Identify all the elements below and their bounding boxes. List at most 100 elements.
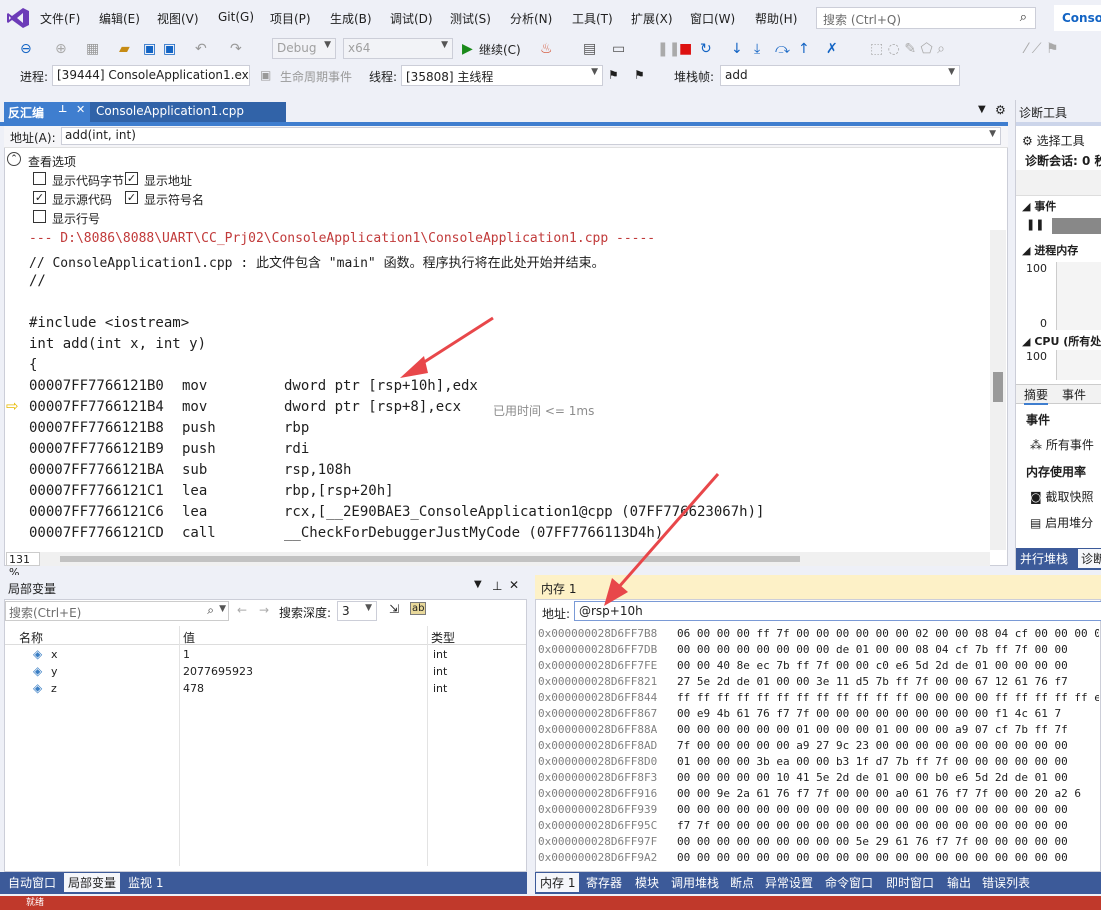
menu-tools[interactable]: 工具(T): [572, 10, 613, 27]
memory-row-bytes[interactable]: 00 e9 4b 61 76 f7 7f 00 00 00 00 00 00 0…: [677, 707, 1099, 720]
collapse-icon[interactable]: ◢: [1022, 244, 1030, 257]
zoom-level[interactable]: 131 %: [6, 552, 40, 579]
pause-icon[interactable]: ❚❚: [1026, 218, 1044, 231]
scroll-thumb[interactable]: [993, 372, 1003, 402]
toggle-icon[interactable]: ▤: [583, 40, 596, 58]
select-tools-button[interactable]: ⚙ 选择工具: [1022, 132, 1085, 149]
menu-file[interactable]: 文件(F): [40, 10, 80, 27]
save-icon[interactable]: ▣: [143, 40, 156, 58]
config-select[interactable]: Debug ▼: [272, 38, 336, 59]
hex-toggle-icon[interactable]: ab: [410, 602, 427, 615]
new-project-icon[interactable]: ▦: [86, 40, 99, 58]
locals-search-input[interactable]: 搜索(Ctrl+E) ⌕ ▼: [5, 601, 229, 621]
column-type[interactable]: 类型: [431, 629, 455, 646]
visual-studio-logo-icon[interactable]: [6, 7, 30, 29]
flag-icon[interactable]: ⚑: [608, 66, 619, 84]
menu-test[interactable]: 测试(S): [450, 10, 491, 27]
tab-exception-settings[interactable]: 异常设置: [765, 874, 813, 891]
pause-icon[interactable]: ❚❚: [657, 40, 680, 58]
variable-value[interactable]: 2077695923: [183, 665, 253, 678]
close-icon[interactable]: ✕: [509, 578, 519, 592]
platform-select[interactable]: x64 ▼: [343, 38, 453, 59]
pin-icon[interactable]: ⊥: [58, 104, 67, 115]
search-forward-icon[interactable]: →: [259, 603, 269, 617]
vertical-scrollbar[interactable]: [990, 230, 1006, 550]
memory-row-bytes[interactable]: 00 00 00 00 00 00 00 00 00 00 00 00 00 0…: [677, 803, 1099, 816]
memory-row-bytes[interactable]: 01 00 00 00 3b ea 00 00 b3 1f d7 7b ff 7…: [677, 755, 1099, 768]
step-loop-icon[interactable]: ⤼: [775, 40, 790, 58]
dropdown-icon[interactable]: ▼: [474, 579, 482, 590]
memory-row-bytes[interactable]: ff ff ff ff ff ff ff ff ff ff ff ff 00 0…: [677, 691, 1099, 704]
tab-error-list[interactable]: 错误列表: [982, 874, 1030, 891]
thread-filter-icon[interactable]: ⚑: [634, 66, 645, 84]
hot-reload-icon[interactable]: ♨: [540, 40, 553, 58]
menu-analyze[interactable]: 分析(N): [510, 10, 552, 27]
pin-to-source-icon[interactable]: ⇲: [389, 602, 399, 616]
lifecycle-events[interactable]: 生命周期事件: [280, 68, 352, 85]
process-select[interactable]: [39444] ConsoleApplication1.ex: [52, 65, 250, 86]
menu-edit[interactable]: 编辑(E): [99, 10, 140, 27]
tab-diagnostics[interactable]: 诊断: [1078, 549, 1101, 568]
tab-locals[interactable]: 局部变量: [64, 873, 121, 892]
tab-autos[interactable]: 自动窗口: [8, 874, 56, 891]
undo-icon[interactable]: ↶: [195, 40, 207, 58]
memory-row-bytes[interactable]: f7 7f 00 00 00 00 00 00 00 00 00 00 00 0…: [677, 819, 1099, 832]
address-input[interactable]: add(int, int) ▼: [61, 127, 1001, 145]
menu-project[interactable]: 项目(P): [270, 10, 311, 27]
save-all-icon[interactable]: ▣: [163, 40, 176, 58]
solution-title[interactable]: Conso: [1054, 5, 1101, 31]
tab-output[interactable]: 输出: [947, 874, 971, 891]
show-source-checkbox[interactable]: ✓: [33, 191, 46, 204]
search-back-icon[interactable]: ←: [237, 603, 247, 617]
breakpoint-tools-icon[interactable]: ⬚ ◌ ✎ ⬠ ⌕: [870, 40, 945, 58]
hexadecimal-icon[interactable]: ✗: [826, 40, 838, 58]
tab-breakpoints[interactable]: 断点: [730, 874, 754, 891]
tab-command-window[interactable]: 命令窗口: [825, 874, 873, 891]
hscroll-thumb[interactable]: [60, 556, 800, 562]
all-events-label[interactable]: 所有事件: [1046, 438, 1094, 452]
step-over-icon[interactable]: ⤓: [754, 40, 760, 58]
tab-memory-1[interactable]: 内存 1: [536, 873, 580, 892]
show-code-bytes-checkbox[interactable]: [33, 172, 46, 185]
column-name[interactable]: 名称: [19, 629, 43, 646]
settings-gear-icon[interactable]: ⚙: [995, 103, 1006, 117]
show-line-numbers-checkbox[interactable]: [33, 210, 46, 223]
step-into-icon[interactable]: ↓: [731, 40, 743, 58]
menu-debug[interactable]: 调试(D): [390, 10, 433, 27]
open-folder-icon[interactable]: ▰: [119, 40, 130, 58]
memory-row-bytes[interactable]: 06 00 00 00 ff 7f 00 00 00 00 00 00 02 0…: [677, 627, 1099, 640]
menu-help[interactable]: 帮助(H): [755, 10, 797, 27]
redo-icon[interactable]: ↷: [230, 40, 242, 58]
thread-select[interactable]: [35808] 主线程 ▼: [401, 65, 603, 86]
memory-row-bytes[interactable]: 00 00 00 00 00 10 41 5e 2d de 01 00 00 b…: [677, 771, 1099, 784]
memory-row-bytes[interactable]: 7f 00 00 00 00 00 a9 27 9c 23 00 00 00 0…: [677, 739, 1099, 752]
back-icon[interactable]: ⊖: [20, 40, 32, 58]
show-address-checkbox[interactable]: ✓: [125, 172, 138, 185]
collapse-icon[interactable]: ◢: [1022, 335, 1030, 348]
memory-row-bytes[interactable]: 27 5e 2d de 01 00 00 3e 11 d5 7b ff 7f 0…: [677, 675, 1099, 688]
stack-frame-select[interactable]: add ▼: [720, 65, 960, 86]
collapse-options-icon[interactable]: ⌃: [7, 152, 21, 166]
pin-icon[interactable]: ⊥: [492, 579, 502, 593]
tab-watch-1[interactable]: 监视 1: [128, 874, 163, 891]
collapse-icon[interactable]: ◢: [1022, 200, 1030, 213]
column-value[interactable]: 值: [183, 629, 195, 646]
step-out-icon[interactable]: ↑: [798, 40, 810, 58]
menu-git[interactable]: Git(G): [218, 10, 254, 24]
heap-profiling-button[interactable]: ▤ 启用堆分: [1030, 514, 1093, 531]
show-symbols-checkbox[interactable]: ✓: [125, 191, 138, 204]
tab-dropdown-icon[interactable]: ▼: [978, 104, 986, 115]
menu-extensions[interactable]: 扩展(X): [631, 10, 673, 27]
stop-icon[interactable]: ■: [679, 40, 692, 58]
tab-disassembly[interactable]: 反汇编 ⊥ ✕: [4, 102, 90, 122]
search-depth-select[interactable]: 3 ▼: [337, 601, 377, 621]
variable-value[interactable]: 478: [183, 682, 204, 695]
memory-row-bytes[interactable]: 00 00 00 00 00 00 00 00 00 5e 29 61 76 f…: [677, 835, 1099, 848]
tab-parallel-stacks[interactable]: 并行堆栈: [1020, 550, 1068, 567]
memory-address-input[interactable]: @rsp+10h: [574, 601, 1101, 621]
restart-icon[interactable]: ↻: [700, 40, 712, 58]
tab-modules[interactable]: 模块: [635, 874, 659, 891]
tab-immediate-window[interactable]: 即时窗口: [886, 874, 934, 891]
menu-build[interactable]: 生成(B): [330, 10, 372, 27]
lifecycle-icon[interactable]: ▣: [260, 66, 271, 84]
